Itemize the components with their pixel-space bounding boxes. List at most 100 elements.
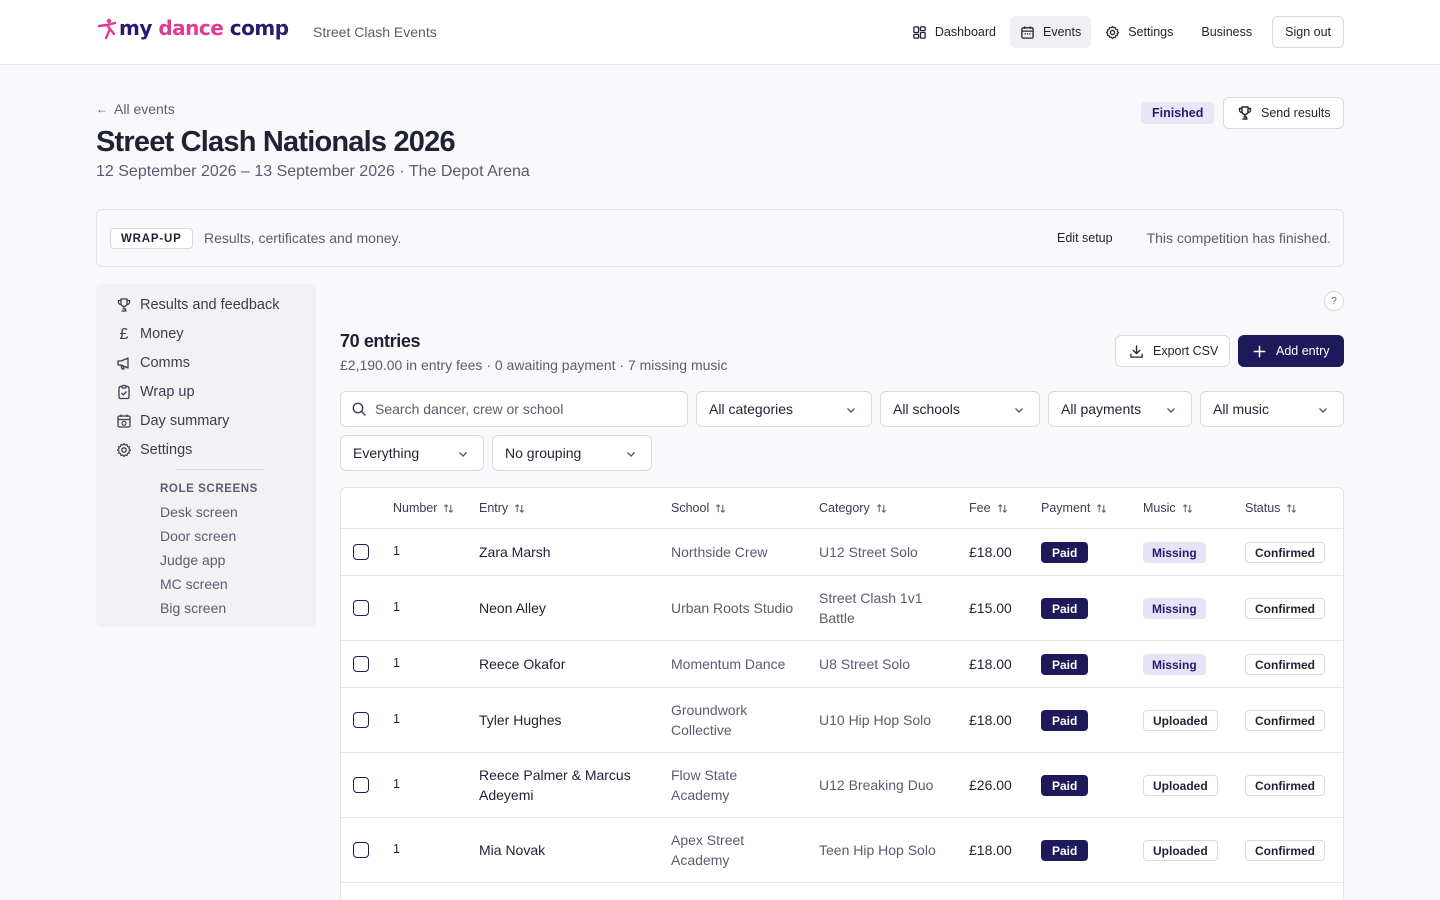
nav-business[interactable]: Business (1191, 16, 1262, 48)
sidebar-link-judge-app[interactable]: Judge app (160, 552, 225, 568)
sort-icon (1096, 503, 1107, 514)
entry-fee: £26.00 (969, 777, 1012, 793)
sidebar-item-wrap-up[interactable]: Wrap up (116, 384, 195, 400)
sidebar-item-money[interactable]: £ Money (116, 326, 184, 343)
entries-table: Number Entry School Category Fee Payment… (340, 487, 1344, 900)
calendar-icon (116, 413, 132, 429)
entry-fee: £18.00 (969, 842, 1012, 858)
row-checkbox[interactable] (353, 712, 369, 728)
entry-school: Flow State Academy (671, 767, 738, 803)
add-entry-button[interactable]: Add entry (1238, 335, 1344, 367)
edit-setup-link[interactable]: Edit setup (1057, 231, 1113, 245)
sidebar-item-comms[interactable]: Comms (116, 355, 190, 371)
send-results-button[interactable]: Send results (1223, 97, 1344, 129)
payment-filter-select[interactable]: All payments (1048, 391, 1192, 427)
column-header-entry[interactable]: Entry (479, 501, 525, 515)
add-entry-label: Add entry (1276, 344, 1330, 358)
role-screens-heading: ROLE SCREENS (160, 483, 258, 495)
entry-name[interactable]: Reece Okafor (479, 654, 565, 674)
table-row[interactable]: 1 Reece Okafor Momentum Dance U8 Street … (341, 641, 1343, 688)
category-filter-select[interactable]: All categories (696, 391, 872, 427)
sidebar-item-settings[interactable]: Settings (116, 442, 192, 458)
entries-count: 70 entries (340, 331, 421, 351)
column-header-status[interactable]: Status (1245, 501, 1297, 515)
entry-fee: £18.00 (969, 712, 1012, 728)
row-checkbox[interactable] (353, 842, 369, 858)
back-link[interactable]: ← All events (96, 101, 175, 117)
back-link-label: All events (114, 101, 175, 117)
sidebar-item-results[interactable]: Results and feedback (116, 297, 279, 313)
clipboard-icon (116, 384, 132, 400)
sidebar-link-big-screen[interactable]: Big screen (160, 600, 226, 616)
gear-icon (1105, 25, 1120, 40)
gear-icon (116, 442, 132, 458)
sort-icon (997, 503, 1008, 514)
top-bar: my dance comp Street Clash Events Dashbo… (0, 0, 1440, 65)
entry-school: Northside Crew (671, 544, 768, 560)
entry-category: U8 Street Solo (819, 656, 911, 672)
search-field[interactable] (340, 391, 688, 427)
row-checkbox[interactable] (353, 600, 369, 616)
sidebar-link-door-screen[interactable]: Door screen (160, 528, 236, 544)
trophy-icon (1237, 105, 1253, 121)
sort-icon (715, 503, 726, 514)
payment-badge: Paid (1041, 840, 1089, 861)
download-icon (1129, 344, 1144, 359)
payment-badge: Paid (1041, 710, 1089, 731)
arrow-left-icon: ← (96, 102, 108, 116)
column-header-school[interactable]: School (671, 501, 726, 515)
search-input[interactable] (375, 401, 675, 417)
column-header-music[interactable]: Music (1143, 501, 1193, 515)
sidebar-link-desk-screen[interactable]: Desk screen (160, 504, 238, 520)
search-icon (351, 401, 367, 417)
entry-school: Momentum Dance (671, 656, 786, 672)
music-badge: Missing (1143, 654, 1206, 675)
entry-name[interactable]: Reece Palmer & Marcus Adeyemi (479, 765, 657, 805)
row-checkbox[interactable] (353, 777, 369, 793)
music-badge: Uploaded (1143, 710, 1218, 731)
logo[interactable]: my dance comp (97, 14, 289, 42)
column-header-category[interactable]: Category (819, 501, 887, 515)
column-header-fee[interactable]: Fee (969, 501, 1008, 515)
grouping-select[interactable]: No grouping (492, 435, 652, 471)
row-checkbox[interactable] (353, 656, 369, 672)
chevron-down-icon (1013, 404, 1025, 416)
calendar-icon (1020, 25, 1035, 40)
row-checkbox[interactable] (353, 544, 369, 560)
wrap-up-banner: WRAP-UP Results, certificates and money.… (96, 209, 1344, 267)
sidebar-item-day-summary[interactable]: Day summary (116, 413, 229, 429)
entry-name[interactable]: Neon Alley (479, 598, 546, 618)
entry-category: U10 Hip Hop Solo (819, 712, 932, 728)
table-row[interactable]: 1 Zara Marsh Northside Crew U12 Street S… (341, 529, 1343, 576)
sidebar-item-label: Money (140, 326, 184, 342)
megaphone-icon (116, 355, 132, 371)
help-button[interactable]: ? (1324, 291, 1344, 311)
column-header-number[interactable]: Number (393, 501, 454, 515)
payment-badge: Paid (1041, 654, 1089, 675)
entry-school: Urban Roots Studio (671, 600, 794, 616)
entry-name[interactable]: Mia Novak (479, 840, 545, 860)
nav-dashboard[interactable]: Dashboard (902, 16, 1006, 48)
nav-events[interactable]: Events (1010, 16, 1092, 48)
export-csv-label: Export CSV (1153, 344, 1219, 358)
export-csv-button[interactable]: Export CSV (1115, 335, 1230, 367)
sign-out-button[interactable]: Sign out (1272, 16, 1344, 48)
table-row[interactable]: 1 Mia Novak Apex Street Academy Teen Hip… (341, 818, 1343, 883)
status-badge: Confirmed (1245, 840, 1325, 861)
table-row[interactable]: 1 Reece Palmer & Marcus Adeyemi Flow Sta… (341, 753, 1343, 818)
column-header-payment[interactable]: Payment (1041, 501, 1107, 515)
entry-fee: £15.00 (969, 600, 1012, 616)
table-row[interactable]: 1 Neon Alley Urban Roots Studio Street C… (341, 576, 1343, 641)
school-filter-select[interactable]: All schools (880, 391, 1040, 427)
chevron-down-icon (845, 404, 857, 416)
nav-settings[interactable]: Settings (1095, 16, 1183, 48)
scope-filter-select[interactable]: Everything (340, 435, 484, 471)
entry-name[interactable]: Tyler Hughes (479, 710, 561, 730)
payment-badge: Paid (1041, 775, 1089, 796)
music-filter-select[interactable]: All music (1200, 391, 1344, 427)
sidebar-item-label: Results and feedback (140, 297, 280, 313)
entry-name[interactable]: Zara Marsh (479, 542, 551, 562)
sort-icon (876, 503, 887, 514)
table-row[interactable]: 1 Tyler Hughes Groundwork Collective U10… (341, 688, 1343, 753)
sidebar-link-mc-screen[interactable]: MC screen (160, 576, 228, 592)
